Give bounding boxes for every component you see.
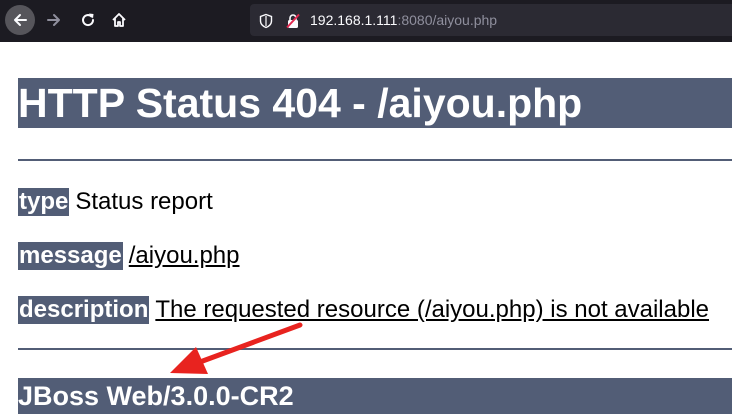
address-bar[interactable]: 192.168.1.111:8080/aiyou.php — [250, 4, 732, 36]
url-host: 192.168.1.111 — [310, 12, 398, 28]
server-footer: JBoss Web/3.0.0-CR2 — [18, 378, 732, 414]
insecure-lock-icon[interactable] — [285, 13, 301, 29]
page-title: HTTP Status 404 - /aiyou.php — [18, 78, 732, 128]
type-row: type Status report — [18, 188, 213, 216]
back-arrow-icon — [14, 14, 27, 26]
reload-icon — [82, 13, 95, 27]
shield-icon[interactable] — [258, 13, 274, 29]
url-text[interactable]: 192.168.1.111:8080/aiyou.php — [310, 12, 497, 28]
reload-button[interactable] — [73, 5, 103, 35]
divider — [18, 348, 732, 350]
home-button[interactable] — [104, 5, 134, 35]
forward-arrow-icon — [47, 14, 60, 26]
home-icon — [112, 13, 126, 27]
message-row: message/aiyou.php — [18, 242, 240, 270]
type-label: type — [18, 188, 70, 216]
divider — [18, 159, 732, 161]
message-label: message — [18, 242, 123, 270]
url-path: :8080/aiyou.php — [397, 12, 498, 28]
browser-toolbar: 192.168.1.111:8080/aiyou.php — [0, 0, 732, 42]
type-value: Status report — [75, 188, 213, 215]
description-row: description The requested resource (/aiyo… — [18, 296, 709, 324]
back-button[interactable] — [5, 5, 35, 35]
message-value: /aiyou.php — [128, 242, 240, 269]
description-label: description — [18, 296, 150, 324]
forward-button[interactable] — [39, 5, 69, 35]
description-value: The requested resource (/aiyou.php) is n… — [155, 296, 710, 323]
